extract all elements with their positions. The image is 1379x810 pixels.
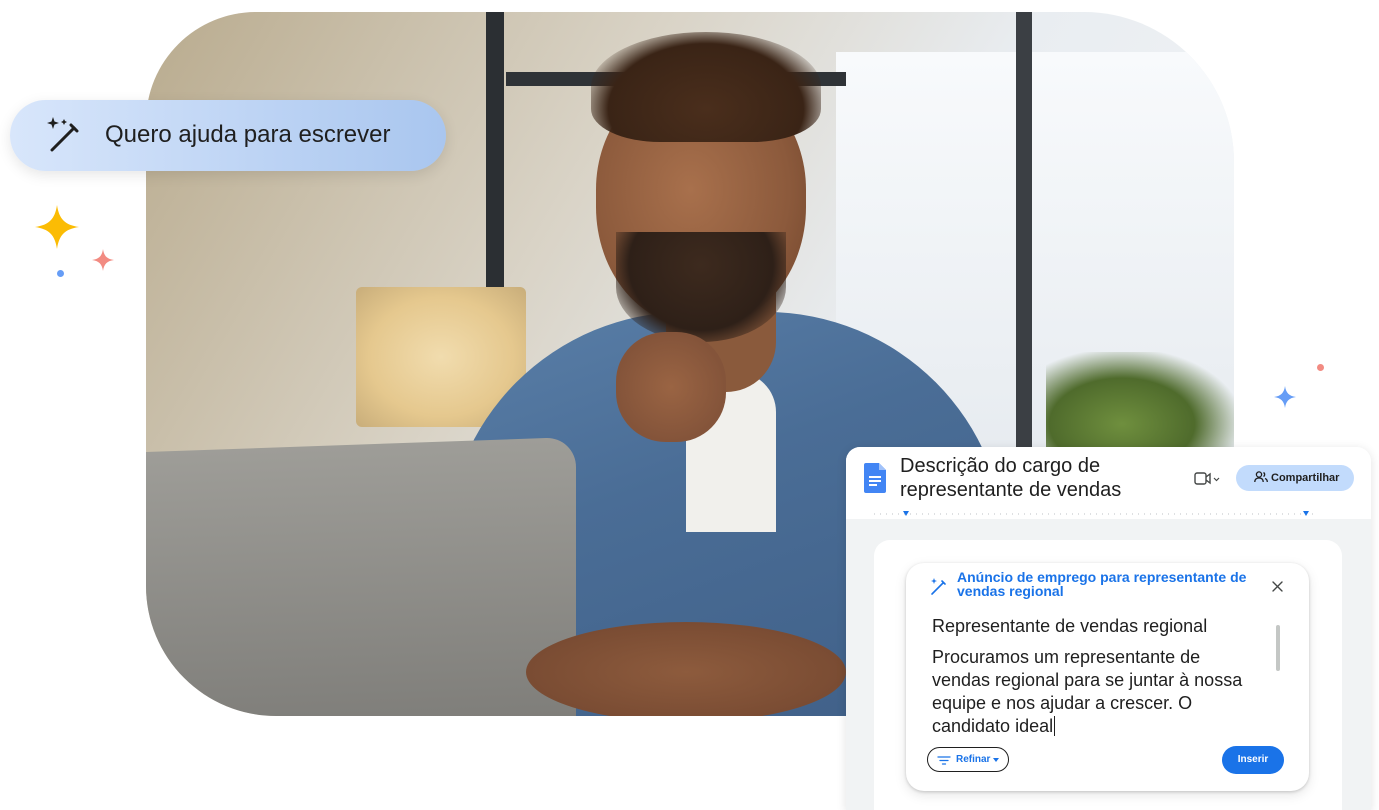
magic-wand-icon xyxy=(47,117,79,152)
share-button[interactable]: Compartilhar xyxy=(1236,465,1354,491)
sparkle-pink-icon xyxy=(92,249,114,271)
sparkle-yellow-icon xyxy=(35,205,79,249)
magic-wand-icon xyxy=(931,578,946,595)
chevron-down-icon xyxy=(993,758,999,762)
generated-heading: Representante de vendas regional xyxy=(932,616,1208,636)
help-me-write-panel: Anúncio de emprego para representante de… xyxy=(906,563,1309,791)
share-icon xyxy=(1254,471,1268,483)
refine-label: Refinar xyxy=(956,754,991,765)
text-cursor xyxy=(1054,716,1056,736)
chip-label: Quero ajuda para escrever xyxy=(105,121,391,148)
document-title[interactable]: Descrição do cargo de representante de v… xyxy=(900,454,1170,502)
dot-blue xyxy=(57,270,64,277)
help-me-write-chip[interactable]: Quero ajuda para escrever xyxy=(10,100,446,171)
sparkle-blue-icon xyxy=(1274,386,1296,408)
docs-window: Descrição do cargo de representante de v… xyxy=(846,447,1371,810)
generated-text[interactable]: Representante de vendas regional Procura… xyxy=(932,615,1260,746)
filter-icon xyxy=(937,756,951,765)
close-icon[interactable] xyxy=(1272,581,1283,592)
ruler[interactable] xyxy=(846,509,1371,519)
refine-button[interactable]: Refinar xyxy=(927,747,1009,772)
docs-header: Descrição do cargo de representante de v… xyxy=(846,447,1371,509)
prompt-title: Anúncio de emprego para representante de… xyxy=(957,569,1247,599)
insert-label: Inserir xyxy=(1237,754,1269,765)
scrollbar[interactable] xyxy=(1276,625,1280,671)
meet-icon[interactable] xyxy=(1194,472,1222,486)
docs-icon[interactable] xyxy=(864,463,886,493)
generated-body-wrap: Procuramos um representante de vendas re… xyxy=(932,646,1260,738)
dot-pink xyxy=(1317,364,1324,371)
share-label: Compartilhar xyxy=(1271,472,1340,484)
generated-body: Procuramos um representante de vendas re… xyxy=(932,647,1243,736)
insert-button[interactable]: Inserir xyxy=(1222,746,1284,774)
